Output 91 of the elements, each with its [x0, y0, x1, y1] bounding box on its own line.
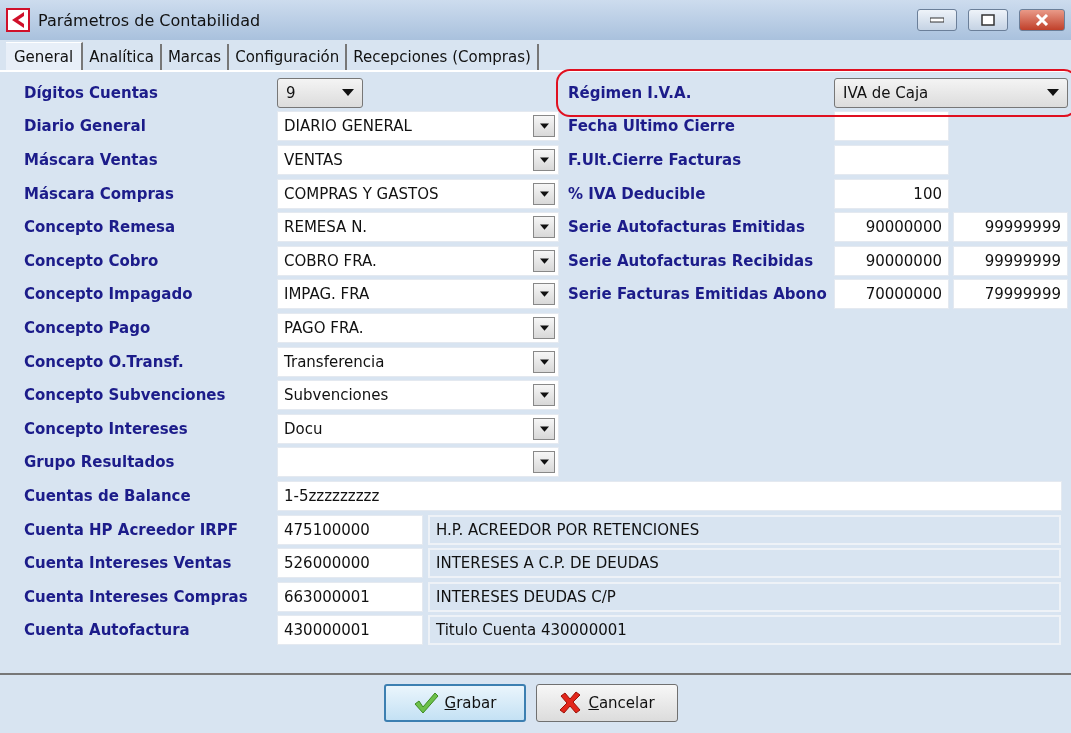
field-label: Máscara Compras [24, 184, 175, 203]
combo-box[interactable]: IMPAG. FRA [277, 279, 559, 310]
input-field[interactable]: 475100000 [277, 514, 423, 545]
caret-icon [539, 224, 549, 231]
caret-icon [539, 392, 549, 399]
dropdown-button[interactable] [533, 182, 555, 205]
input-field[interactable]: 90000000 [834, 212, 949, 243]
readonly-field: INTERESES DEUDAS C/P [428, 581, 1061, 612]
combo-box[interactable]: PAGO FRA. [277, 312, 559, 343]
cross-icon [558, 690, 583, 715]
dropdown[interactable]: 9 [277, 77, 363, 108]
field-label: Dígitos Cuentas [24, 83, 159, 102]
dropdown-button[interactable] [533, 249, 555, 272]
field-label: Concepto Intereses [24, 419, 189, 438]
field-label: Diario General [24, 117, 147, 136]
dropdown-button[interactable] [533, 216, 555, 239]
window-title: Parámetros de Contabilidad [38, 10, 262, 30]
input-field[interactable]: 526000000 [277, 548, 423, 579]
field-label: Cuentas de Balance [24, 486, 192, 505]
readonly-field: H.P. ACREEDOR POR RETENCIONES [428, 514, 1061, 545]
input-field[interactable] [834, 145, 949, 175]
field-label: Concepto Subvenciones [24, 386, 227, 405]
dropdown-button[interactable] [533, 384, 555, 407]
close-icon [1035, 14, 1049, 26]
dropdown-button[interactable] [533, 350, 555, 373]
caret-icon [539, 324, 549, 331]
field-label: Fecha Ultimo Cierre [568, 117, 736, 136]
field-label: Concepto Cobro [24, 251, 160, 270]
field-label: Serie Autofacturas Recibidas [568, 251, 815, 270]
field-label: Serie Autofacturas Emitidas [568, 218, 806, 237]
combo-box[interactable]: DIARIO GENERAL [277, 111, 559, 142]
input-field[interactable]: 663000001 [277, 581, 423, 612]
field-label: Serie Facturas Emitidas Abono [568, 285, 828, 304]
combo-box[interactable]: Transferencia [277, 346, 559, 377]
field-label: Concepto Pago [24, 318, 152, 337]
app-logo-icon [6, 8, 30, 32]
maximize-button[interactable] [968, 9, 1008, 31]
caret-icon [539, 358, 549, 365]
tab[interactable]: General [6, 42, 84, 70]
input-field[interactable]: 100 [834, 178, 949, 209]
combo-box[interactable]: Docu [277, 413, 559, 444]
combo-box[interactable]: Subvenciones [277, 380, 559, 411]
field-label: % IVA Deducible [568, 184, 707, 203]
field-label: Concepto Impagado [24, 285, 194, 304]
field-label: Cuenta Intereses Ventas [24, 554, 233, 573]
dropdown-button[interactable] [533, 316, 555, 339]
caret-icon [539, 291, 549, 298]
caret-icon [539, 157, 549, 163]
readonly-field: INTERESES A C.P. DE DEUDAS [428, 548, 1061, 579]
caret-icon [539, 257, 549, 264]
field-label: Régimen I.V.A. [568, 83, 693, 102]
dropdown-button[interactable] [533, 283, 555, 306]
maximize-icon [981, 14, 995, 26]
field-label: Cuenta Intereses Compras [24, 587, 249, 606]
minimize-icon [930, 17, 944, 23]
cancel-button[interactable]: Cancelar [535, 683, 678, 722]
save-button[interactable]: Grabar [383, 683, 526, 722]
input-field[interactable]: 1-5zzzzzzzzz [277, 480, 1062, 511]
readonly-field: Titulo Cuenta 430000001 [428, 615, 1061, 646]
dropdown-button[interactable] [533, 115, 555, 138]
input-field[interactable]: 99999999 [953, 245, 1068, 276]
field-label: Concepto Remesa [24, 218, 177, 237]
close-button[interactable] [1019, 9, 1065, 31]
caret-icon [342, 89, 354, 97]
field-label: Cuenta Autofactura [24, 621, 191, 640]
field-label: F.Ult.Cierre Facturas [568, 151, 743, 169]
input-field[interactable]: 70000000 [834, 279, 949, 310]
caret-icon [539, 190, 549, 197]
input-field[interactable]: 79999999 [953, 279, 1068, 310]
dropdown[interactable]: IVA de Caja [834, 77, 1068, 108]
field-label: Concepto O.Transf. [24, 352, 185, 371]
combo-box[interactable]: COMPRAS Y GASTOS [277, 178, 559, 209]
minimize-button[interactable] [917, 9, 957, 31]
input-field[interactable]: 430000001 [277, 615, 423, 646]
combo-box[interactable]: REMESA N. [277, 212, 559, 243]
caret-icon [539, 425, 549, 432]
dropdown-button[interactable] [533, 149, 555, 171]
input-field[interactable] [834, 111, 949, 142]
caret-icon [1047, 89, 1059, 97]
combo-box[interactable]: VENTAS [277, 145, 559, 175]
input-field[interactable]: 90000000 [834, 245, 949, 276]
combo-box[interactable]: COBRO FRA. [277, 245, 559, 276]
field-label: Máscara Ventas [24, 151, 159, 169]
dropdown-button[interactable] [533, 451, 555, 474]
checkmark-icon [412, 690, 439, 715]
dropdown-button[interactable] [533, 417, 555, 440]
caret-icon [539, 123, 549, 130]
caret-icon [539, 459, 549, 466]
field-label: Cuenta HP Acreedor IRPF [24, 520, 240, 539]
field-label: Grupo Resultados [24, 453, 176, 472]
input-field[interactable]: 99999999 [953, 212, 1068, 243]
